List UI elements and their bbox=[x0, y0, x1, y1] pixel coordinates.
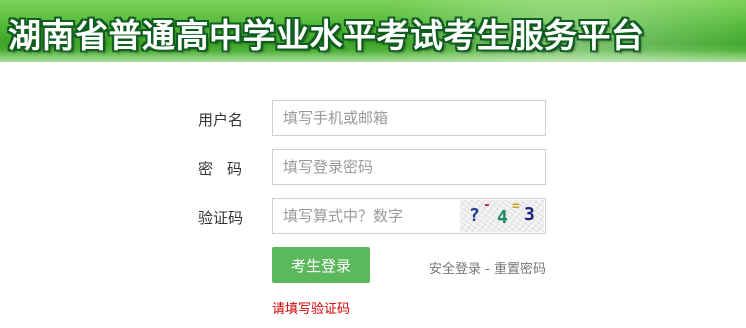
password-label: 密码 bbox=[198, 160, 257, 178]
login-links: 安全登录 - 重置密码 bbox=[429, 258, 546, 277]
password-field-wrap bbox=[272, 149, 546, 185]
captcha-field-wrap: ? - 4 = 3 bbox=[272, 198, 546, 234]
page-title: 湖南省普通高中学业水平考试考生服务平台 bbox=[8, 16, 645, 55]
captcha-char: = bbox=[512, 199, 520, 214]
header-banner: 湖南省普通高中学业水平考试考生服务平台 bbox=[0, 0, 746, 62]
captcha-char: 4 bbox=[497, 207, 508, 228]
username-input[interactable] bbox=[273, 101, 545, 135]
username-field-wrap bbox=[272, 100, 546, 136]
login-button[interactable]: 考生登录 bbox=[272, 247, 370, 283]
reset-password-link[interactable]: 重置密码 bbox=[494, 262, 546, 277]
captcha-image[interactable]: ? - 4 = 3 bbox=[460, 198, 544, 232]
error-message: 请填写验证码 bbox=[272, 302, 351, 317]
captcha-input[interactable] bbox=[273, 199, 459, 233]
captcha-char: - bbox=[483, 198, 491, 213]
password-input[interactable] bbox=[273, 150, 545, 184]
captcha-label: 验证码 bbox=[198, 209, 244, 227]
captcha-char: ? bbox=[469, 205, 480, 226]
safe-login-link[interactable]: 安全登录 bbox=[429, 262, 481, 277]
link-separator: - bbox=[485, 262, 490, 277]
captcha-char: 3 bbox=[524, 204, 535, 225]
username-label: 用户名 bbox=[198, 111, 244, 129]
